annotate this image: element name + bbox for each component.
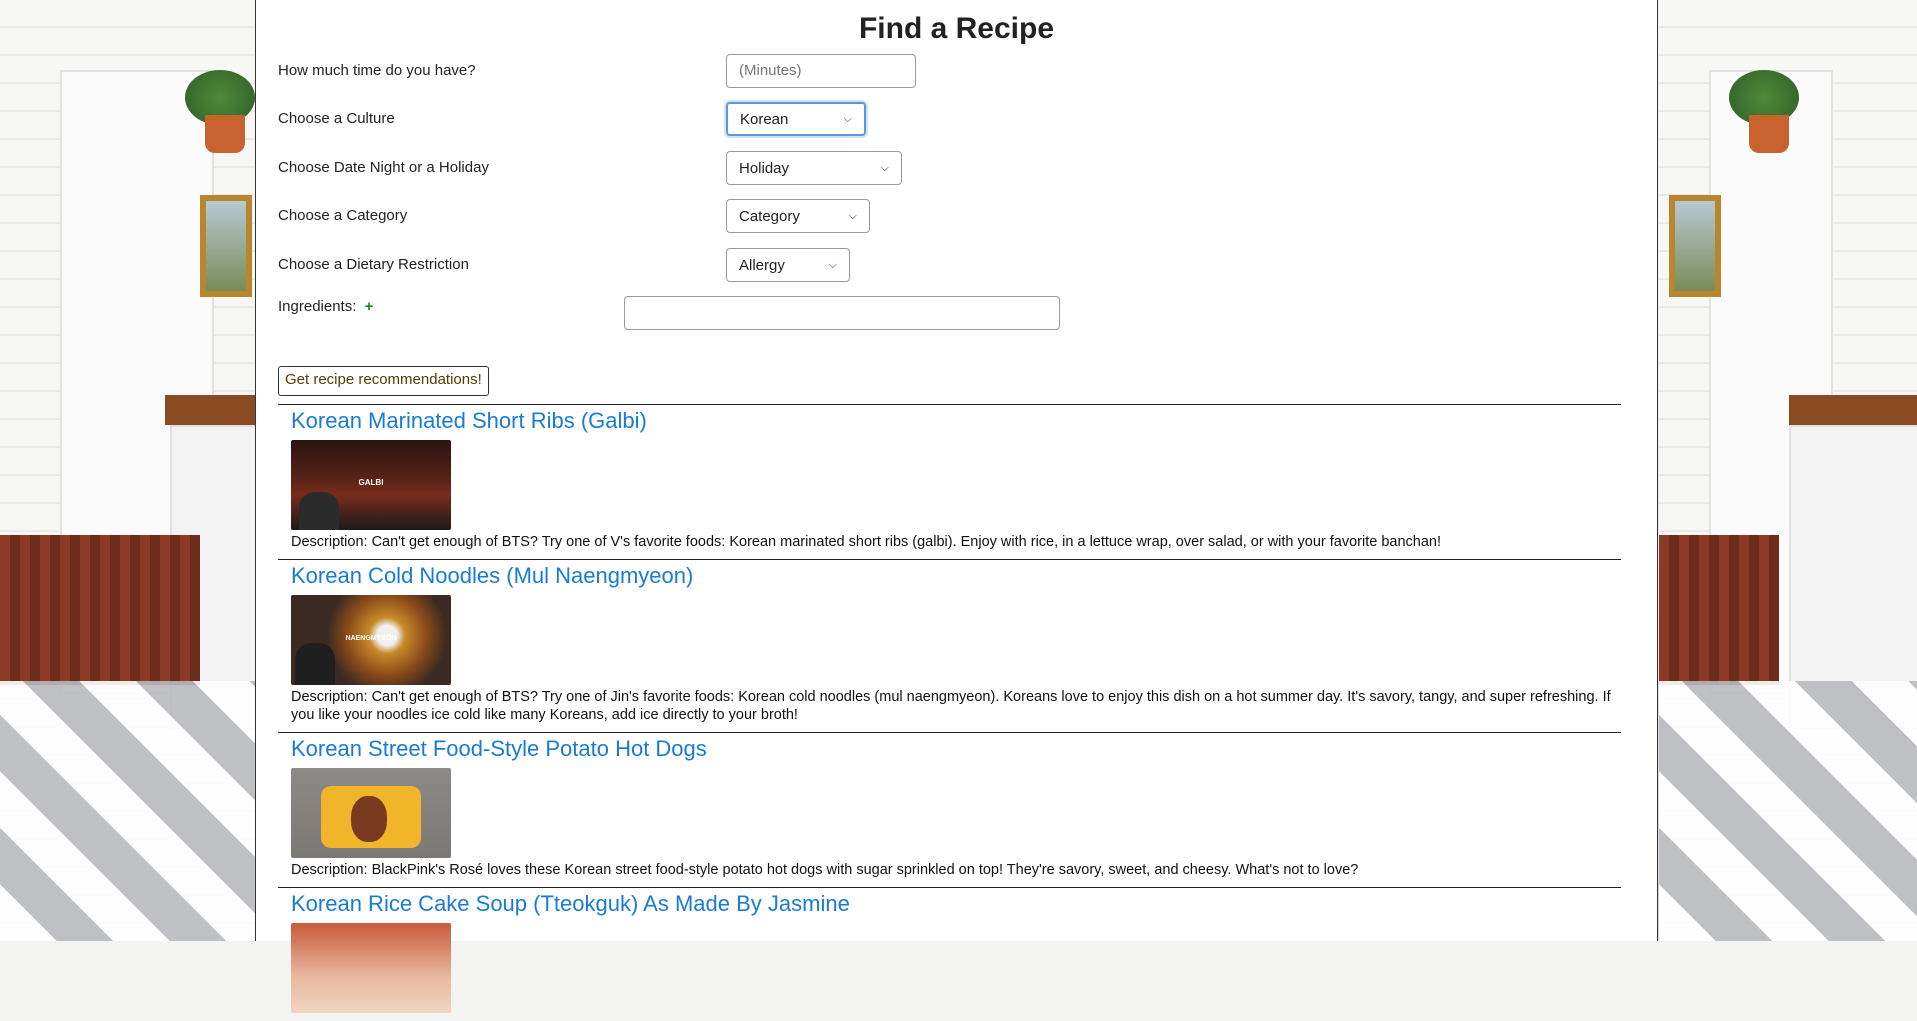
culture-select-value: Korean [740, 110, 789, 128]
recipe-thumbnail[interactable]: GALBI [291, 440, 451, 530]
description-text: BlackPink's Rosé loves these Korean stre… [371, 862, 1359, 878]
chevron-down-icon: ⌵ [880, 161, 889, 174]
picture-frame [1669, 195, 1721, 297]
diet-select-value: Allergy [739, 256, 785, 274]
category-select[interactable]: Category ⌵ [726, 199, 870, 233]
thumbnail-caption: NAENGMYEON [345, 635, 397, 642]
recipe-title-link[interactable]: Korean Rice Cake Soup (Tteokguk) As Made… [291, 891, 1621, 917]
person-silhouette [299, 492, 339, 530]
recipe-description: Description: Can't get enough of BTS? Try… [291, 533, 1611, 551]
get-recommendations-button[interactable]: Get recipe recommendations! [278, 366, 489, 396]
thumbnail-caption: GALBI [358, 478, 384, 487]
rug [0, 535, 200, 685]
recipe-finder-panel: Find a Recipe How much time do you have?… [255, 0, 1658, 1013]
chevron-down-icon: ⌵ [828, 258, 837, 271]
chevron-down-icon: ⌵ [843, 112, 852, 125]
recipe-description: Description: BlackPink's Rosé loves these… [291, 861, 1611, 879]
description-label: Description: [291, 689, 368, 705]
floor [1659, 681, 1917, 941]
category-label: Choose a Category [278, 207, 408, 224]
time-input-placeholder: (Minutes) [739, 62, 802, 79]
culture-label: Choose a Culture [278, 110, 395, 127]
person-silhouette [295, 643, 335, 685]
rug [1659, 535, 1779, 685]
ingredients-input[interactable] [624, 296, 1060, 330]
chevron-down-icon: ⌵ [848, 209, 857, 222]
recipe-item: Korean Cold Noodles (Mul Naengmyeon) NAE… [278, 559, 1621, 732]
description-text: Can't get enough of BTS? Try one of Jin'… [291, 689, 1611, 723]
background-left [0, 0, 255, 941]
recipe-item: Korean Rice Cake Soup (Tteokguk) As Made… [278, 887, 1621, 1021]
description-text: Can't get enough of BTS? Try one of V's … [371, 534, 1441, 550]
plant-pot [1749, 115, 1789, 153]
time-input[interactable]: (Minutes) [726, 54, 916, 88]
description-label: Description: [291, 534, 368, 550]
plant-pot [205, 115, 245, 153]
recipe-results: Korean Marinated Short Ribs (Galbi) GALB… [278, 404, 1621, 1021]
occasion-label: Choose Date Night or a Holiday [278, 159, 489, 176]
recipe-title-link[interactable]: Korean Street Food-Style Potato Hot Dogs [291, 736, 1621, 762]
background-right [1659, 0, 1917, 941]
floor [0, 681, 255, 941]
countertop [165, 395, 255, 425]
diet-select[interactable]: Allergy ⌵ [726, 248, 850, 282]
time-label: How much time do you have? [278, 62, 476, 79]
picture-frame [200, 195, 252, 297]
recipe-item: Korean Marinated Short Ribs (Galbi) GALB… [278, 404, 1621, 559]
countertop [1789, 395, 1917, 425]
recipe-item: Korean Street Food-Style Potato Hot Dogs… [278, 732, 1621, 887]
diet-label: Choose a Dietary Restriction [278, 256, 469, 273]
recipe-thumbnail[interactable] [291, 923, 451, 1013]
recipe-title-link[interactable]: Korean Cold Noodles (Mul Naengmyeon) [291, 563, 1621, 589]
recipe-thumbnail[interactable] [291, 768, 451, 858]
page-title: Find a Recipe [858, 12, 1055, 45]
add-ingredient-icon[interactable]: + [365, 298, 374, 315]
description-label: Description: [291, 862, 368, 878]
ingredients-row: Ingredients: + [278, 298, 373, 315]
category-select-value: Category [739, 207, 800, 225]
recipe-thumbnail[interactable]: NAENGMYEON [291, 595, 451, 685]
recipe-description: Description: Can't get enough of BTS? Try… [291, 688, 1611, 724]
occasion-select[interactable]: Holiday ⌵ [726, 151, 902, 185]
culture-select[interactable]: Korean ⌵ [726, 102, 866, 136]
recipe-title-link[interactable]: Korean Marinated Short Ribs (Galbi) [291, 408, 1621, 434]
occasion-select-value: Holiday [739, 159, 790, 177]
hot-dog [351, 796, 387, 842]
ingredients-label: Ingredients: [278, 298, 357, 315]
